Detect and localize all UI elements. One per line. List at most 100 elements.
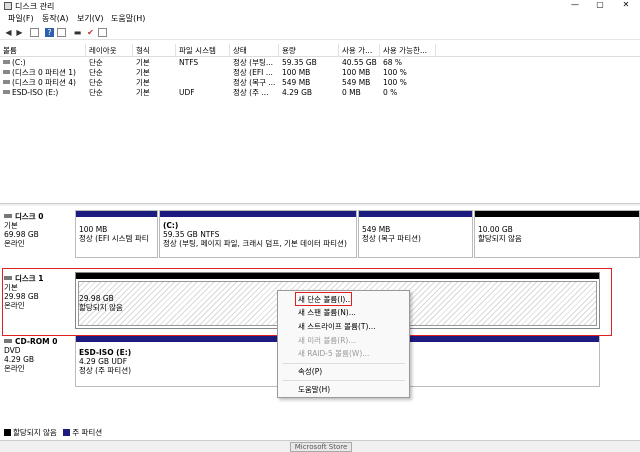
volume-type: 기본: [136, 58, 150, 67]
legend-label-primary: 주 파티션: [72, 428, 103, 437]
grid-icon[interactable]: [30, 28, 39, 37]
partition-status: 정상 (부팅, 페이지 파일, 크래시 덤프, 기본 데이터 파티션): [163, 239, 347, 248]
volume-percent-free: 68 %: [383, 58, 403, 67]
volume-layout: 단순: [89, 58, 103, 67]
volume-filesystem: NTFS: [179, 58, 199, 67]
menu-separator: [282, 380, 405, 381]
partition-title: (C:): [163, 221, 179, 230]
context-menu: 새 단순 볼륨(I)... 새 스팬 볼륨(N)... 새 스트라이프 볼륨(T…: [277, 290, 410, 398]
partition-efi[interactable]: 100 MB 정상 (EFI 시스템 파티: [75, 210, 158, 258]
volume-type: 기본: [136, 78, 150, 87]
volume-icon: [3, 80, 10, 84]
volume-status: 정상 (부팅...: [233, 58, 274, 67]
toolbar: ◀ ▶ ? ▬ ✔: [0, 26, 640, 40]
menu-item-new-spanned-volume[interactable]: 새 스팬 볼륨(N)...: [298, 308, 356, 318]
partition-status: 정상 (복구 파티션): [362, 234, 421, 243]
column-volume[interactable]: 볼륨: [0, 44, 86, 57]
volume-status: 정상 (EFI ...: [233, 68, 273, 77]
highlight-new-simple-volume: [295, 292, 352, 306]
volume-free-space: 0 MB: [342, 88, 361, 97]
properties-icon[interactable]: ▬: [73, 28, 82, 37]
volume-name: (디스크 0 파티션 4): [12, 78, 76, 87]
menu-item-new-striped-volume[interactable]: 새 스트라이프 볼륨(T)...: [298, 322, 376, 332]
volume-free-space: 549 MB: [342, 78, 371, 87]
disk-management-icon: [4, 2, 12, 10]
volume-status: 정상 (복구 ...: [233, 78, 276, 87]
close-button[interactable]: ✕: [616, 0, 636, 11]
volume-icon: [3, 60, 10, 64]
column-percent-free[interactable]: 사용 가능한...: [380, 44, 436, 57]
volume-capacity: 59.35 GB: [282, 58, 317, 67]
cdrom-0-label[interactable]: CD-ROM 0 DVD 4.29 GB 온라인: [4, 337, 74, 373]
table-row[interactable]: ESD-ISO (E:) 단순 기본 UDF 정상 (주 ... 4.29 GB…: [0, 88, 640, 98]
disk-type: DVD: [4, 346, 21, 355]
legend-swatch-primary: [63, 429, 71, 436]
volume-icon: [3, 90, 10, 94]
maximize-button[interactable]: ▢: [590, 0, 610, 11]
column-layout[interactable]: 레이아웃: [86, 44, 133, 57]
menu-item-new-raid5-volume[interactable]: 새 RAID-5 볼륨(W)...: [298, 349, 369, 359]
column-status[interactable]: 상태: [230, 44, 279, 57]
partition-unallocated-disk0[interactable]: 10.00 GB 할당되지 않음: [474, 210, 640, 258]
volume-name: ESD-ISO (E:): [12, 88, 59, 97]
disk-icon: [4, 214, 12, 218]
volume-percent-free: 100 %: [383, 78, 407, 87]
volume-free-space: 40.55 GB: [342, 58, 377, 67]
menu-item-help[interactable]: 도움말(H): [298, 385, 330, 395]
volume-layout: 단순: [89, 78, 103, 87]
menu-file[interactable]: 파일(F): [8, 13, 34, 25]
partition-bar: [76, 211, 157, 217]
title-bar: 디스크 관리 — ▢ ✕: [0, 0, 640, 12]
volume-name: (디스크 0 파티션 1): [12, 68, 76, 77]
menu-item-properties[interactable]: 속성(P): [298, 367, 322, 377]
column-free-space[interactable]: 사용 가...: [339, 44, 380, 57]
grid-icon[interactable]: [57, 28, 66, 37]
volume-layout: 단순: [89, 88, 103, 97]
help-icon[interactable]: ?: [45, 28, 54, 37]
volume-capacity: 4.29 GB: [282, 88, 313, 97]
volume-filesystem: [176, 68, 230, 78]
menu-bar: 파일(F) 동작(A) 보기(V) 도움말(H): [0, 13, 640, 25]
partition-size: 10.00 GB: [478, 225, 513, 234]
volume-capacity: 100 MB: [282, 68, 311, 77]
menu-action[interactable]: 동작(A): [42, 13, 68, 25]
partition-size: 100 MB: [79, 225, 108, 234]
disk-size: 69.98 GB: [4, 230, 39, 239]
volume-free-space: 100 MB: [342, 68, 371, 77]
disk-name: CD-ROM 0: [15, 337, 58, 346]
column-filesystem[interactable]: 파일 시스템: [176, 44, 230, 57]
partition-recovery[interactable]: 549 MB 정상 (복구 파티션): [358, 210, 473, 258]
legend: 할당되지 않음 주 파티션: [0, 428, 640, 438]
menu-item-new-mirrored-volume[interactable]: 새 미러 볼륨(R)...: [298, 336, 355, 346]
disk-type: 기본: [4, 221, 18, 230]
volume-status: 정상 (주 ...: [233, 88, 269, 97]
menu-separator: [282, 363, 405, 364]
disk-status: 온라인: [4, 239, 25, 248]
table-row[interactable]: (디스크 0 파티션 1) 단순 기본 정상 (EFI ... 100 MB 1…: [0, 68, 640, 78]
legend-label-unallocated: 할당되지 않음: [13, 428, 57, 437]
partition-bar: [359, 211, 472, 217]
volume-filesystem: UDF: [179, 88, 195, 97]
menu-help[interactable]: 도움말(H): [111, 13, 145, 25]
pane-splitter[interactable]: [0, 203, 640, 206]
back-icon[interactable]: ◀: [4, 28, 13, 37]
volume-percent-free: 0 %: [383, 88, 398, 97]
menu-view[interactable]: 보기(V): [77, 13, 103, 25]
partition-bar: [475, 211, 639, 217]
list-icon[interactable]: [98, 28, 107, 37]
disk-0-label[interactable]: 디스크 0 기본 69.98 GB 온라인: [4, 212, 74, 248]
forward-icon[interactable]: ▶: [15, 28, 24, 37]
column-type[interactable]: 형식: [133, 44, 176, 57]
table-row[interactable]: (디스크 0 파티션 4) 단순 기본 정상 (복구 ... 549 MB 54…: [0, 78, 640, 88]
volume-capacity: 549 MB: [282, 78, 311, 87]
volume-filesystem: [176, 78, 230, 88]
volume-type: 기본: [136, 88, 150, 97]
column-capacity[interactable]: 용량: [279, 44, 339, 57]
table-row[interactable]: (C:) 단순 기본 NTFS 정상 (부팅... 59.35 GB 40.55…: [0, 58, 640, 68]
partition-size: 549 MB: [362, 225, 391, 234]
window-title: 디스크 관리: [15, 2, 55, 11]
minimize-button[interactable]: —: [565, 0, 585, 11]
partition-c[interactable]: (C:) 59.35 GB NTFS 정상 (부팅, 페이지 파일, 크래시 덤…: [159, 210, 357, 258]
check-icon[interactable]: ✔: [86, 28, 95, 37]
volume-icon: [3, 70, 10, 74]
